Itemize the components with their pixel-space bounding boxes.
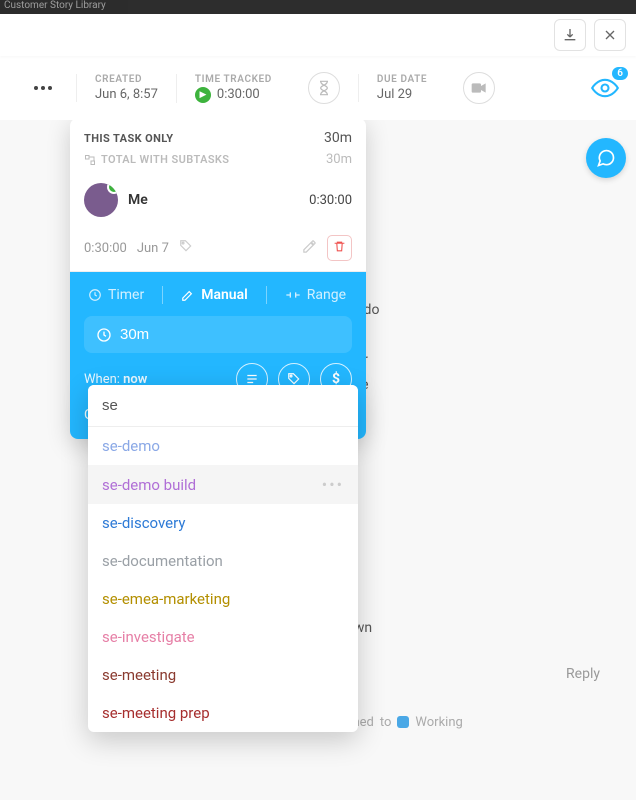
with-subtasks-label: TOTAL WITH SUBTASKS xyxy=(84,153,229,166)
time-user-row[interactable]: Me 0:30:00 xyxy=(70,173,366,227)
with-subtasks-value: 30m xyxy=(326,152,352,167)
tag-option[interactable]: se-meeting••• xyxy=(88,656,358,694)
tag-option-label: se-meeting xyxy=(102,666,176,684)
created-label: CREATED xyxy=(95,74,158,85)
tag-option-more-icon[interactable]: ••• xyxy=(322,475,344,494)
avatar xyxy=(84,183,118,217)
tag-option[interactable]: se-demo build ••• xyxy=(88,465,358,504)
created-value: Jun 6, 8:57 xyxy=(95,87,158,102)
tag-option-label: se-investigate xyxy=(102,628,195,646)
clock-icon xyxy=(96,327,112,343)
delete-entry-button[interactable] xyxy=(327,235,352,261)
topbar xyxy=(0,14,636,56)
tag-option-label: se-demo build xyxy=(102,476,196,494)
reply-link[interactable]: Reply xyxy=(566,664,600,685)
this-task-only-label: THIS TASK ONLY xyxy=(84,132,173,145)
due-date-label: DUE DATE xyxy=(377,74,427,85)
tag-option-label: se-meeting prep xyxy=(102,704,210,722)
entry-date: Jun 7 xyxy=(137,241,169,256)
tag-option-label: se-demo xyxy=(102,437,160,455)
mode-tabs: Timer Manual Range xyxy=(84,286,352,304)
created-meta: CREATED Jun 6, 8:57 xyxy=(76,74,176,102)
time-tracked-duration: 0:30:00 xyxy=(217,87,260,102)
tab-separator xyxy=(266,286,267,304)
due-date-value: Jul 29 xyxy=(377,87,427,102)
tag-option[interactable]: se-meeting prep••• xyxy=(88,694,358,732)
tag-option[interactable]: se-demo••• xyxy=(88,427,358,465)
due-date-meta[interactable]: DUE DATE Jul 29 xyxy=(358,74,445,102)
tag-option[interactable]: se-emea-marketing••• xyxy=(88,580,358,618)
play-icon[interactable]: ▶ xyxy=(195,87,211,103)
tag-option-label: se-discovery xyxy=(102,514,185,532)
tag-option[interactable]: se-documentation••• xyxy=(88,542,358,580)
edit-icon[interactable] xyxy=(302,239,317,258)
tab-range[interactable]: Range xyxy=(285,287,346,303)
close-button[interactable] xyxy=(594,19,626,51)
task-meta-row: CREATED Jun 6, 8:57 TIME TRACKED ▶ 0:30:… xyxy=(0,56,636,120)
entry-duration: 0:30:00 xyxy=(84,241,127,256)
tab-separator xyxy=(162,286,163,304)
tag-option[interactable]: se-investigate••• xyxy=(88,618,358,656)
status-color-to xyxy=(397,716,409,728)
user-name: Me xyxy=(128,192,148,208)
more-menu[interactable] xyxy=(28,86,58,90)
this-task-only-value: 30m xyxy=(324,130,352,146)
tab-timer[interactable]: Timer xyxy=(88,287,144,303)
tag-icon[interactable] xyxy=(179,239,193,257)
comments-fab[interactable] xyxy=(586,138,626,178)
user-total-time: 0:30:00 xyxy=(309,193,352,208)
tab-manual[interactable]: Manual xyxy=(181,287,248,303)
tag-autocomplete: se-demo••• se-demo build ••• se-discovery••… xyxy=(88,385,358,732)
tag-option-label: se-documentation xyxy=(102,552,223,570)
watchers-icon[interactable]: 6 xyxy=(588,71,622,105)
time-tracked-value: ▶ 0:30:00 xyxy=(195,87,272,103)
duration-input-box[interactable] xyxy=(84,316,352,353)
tag-option[interactable]: se-discovery••• xyxy=(88,504,358,542)
time-tracked-label: TIME TRACKED xyxy=(195,74,272,85)
activity-to: to xyxy=(380,713,392,733)
time-summary: THIS TASK ONLY 30m TOTAL WITH SUBTASKS 3… xyxy=(70,118,366,173)
video-call-icon[interactable] xyxy=(463,72,495,104)
status-to: Working xyxy=(415,713,462,733)
estimate-icon[interactable] xyxy=(308,72,340,104)
watchers-count: 6 xyxy=(612,67,628,80)
time-tracked-meta[interactable]: TIME TRACKED ▶ 0:30:00 xyxy=(176,74,290,103)
tag-option-label: se-emea-marketing xyxy=(102,590,230,608)
window-titlebar-hint: Customer Story Library xyxy=(0,0,636,14)
tag-search-input[interactable] xyxy=(88,385,358,427)
time-entry-row[interactable]: 0:30:00 Jun 7 xyxy=(70,227,366,272)
download-button[interactable] xyxy=(554,19,586,51)
duration-input[interactable] xyxy=(120,326,200,343)
